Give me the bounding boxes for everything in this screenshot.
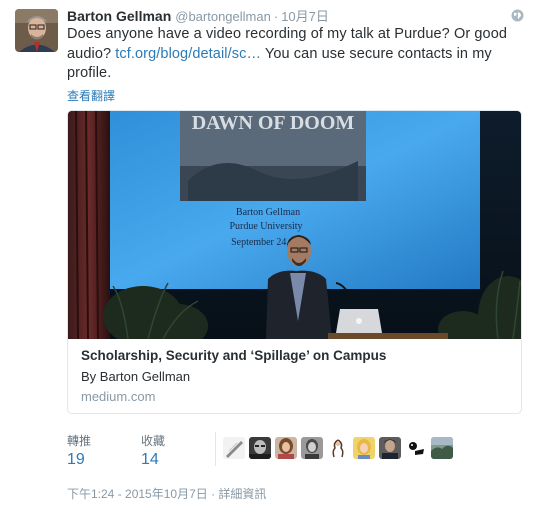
header-separator: · xyxy=(273,9,279,24)
woman-avatar[interactable] xyxy=(275,437,297,459)
tweet-text: Does anyone have a video recording of my… xyxy=(67,25,517,84)
favorites-label: 收藏 xyxy=(141,434,166,448)
tweet-link[interactable]: tcf.org/blog/detail/sc… xyxy=(115,46,261,62)
tweet-date[interactable]: 10月7日 xyxy=(281,6,329,25)
details-link[interactable]: 詳細資訊 xyxy=(218,487,266,501)
card-title[interactable]: Scholarship, Security and ‘Spillage’ on … xyxy=(81,348,386,363)
tweet-stats: 轉推 19 收藏 14 xyxy=(67,432,527,468)
cartoon-avatar[interactable] xyxy=(405,437,427,459)
retweets-count[interactable]: 19 xyxy=(67,451,91,469)
link-card[interactable]: DAWN OF DOOM Barton Gellman Purdue Unive… xyxy=(67,110,522,414)
favorites-stat[interactable]: 收藏 14 xyxy=(141,432,165,469)
slide-line-1: Barton Gellman xyxy=(236,207,300,218)
retweets-stat[interactable]: 轉推 19 xyxy=(67,432,91,469)
footer-separator: · xyxy=(207,487,219,501)
slide-line-2: Purdue University xyxy=(229,221,302,232)
translate-link[interactable]: 查看翻譯 xyxy=(67,87,115,104)
bw-woman-avatar[interactable] xyxy=(301,437,323,459)
tweet: Barton Gellman @bartongellman · 10月7日 Do… xyxy=(0,0,536,505)
landscape-avatar[interactable] xyxy=(431,437,453,459)
tweet-timestamp: 下午1:24 - 2015年10月7日 xyxy=(67,487,208,501)
slide-line-3: September 24, xyxy=(231,237,289,248)
card-image: DAWN OF DOOM Barton Gellman Purdue Unive… xyxy=(68,111,521,356)
favoriter-avatars xyxy=(223,437,457,459)
tweet-header: Barton Gellman @bartongellman · 10月7日 xyxy=(67,6,329,24)
slide-title: DAWN OF DOOM xyxy=(192,112,355,134)
drawing-avatar[interactable] xyxy=(327,437,349,459)
blonde-avatar[interactable] xyxy=(353,437,375,459)
stats-divider xyxy=(215,432,216,466)
man-avatar[interactable] xyxy=(379,437,401,459)
card-byline: By Barton Gellman xyxy=(81,369,191,384)
card-domain[interactable]: medium.com xyxy=(81,389,155,404)
retweets-label: 轉推 xyxy=(67,434,92,448)
favorites-count[interactable]: 14 xyxy=(141,451,165,469)
tweet-footer: 下午1:24 - 2015年10月7日 · 詳細資訊 xyxy=(67,485,266,502)
bw-face-avatar[interactable] xyxy=(249,437,271,459)
pen-avatar[interactable] xyxy=(223,437,245,459)
author-name[interactable]: Barton Gellman xyxy=(67,8,171,24)
author-avatar[interactable] xyxy=(15,9,58,52)
author-handle[interactable]: @bartongellman xyxy=(175,9,271,24)
globe-icon xyxy=(511,9,524,22)
